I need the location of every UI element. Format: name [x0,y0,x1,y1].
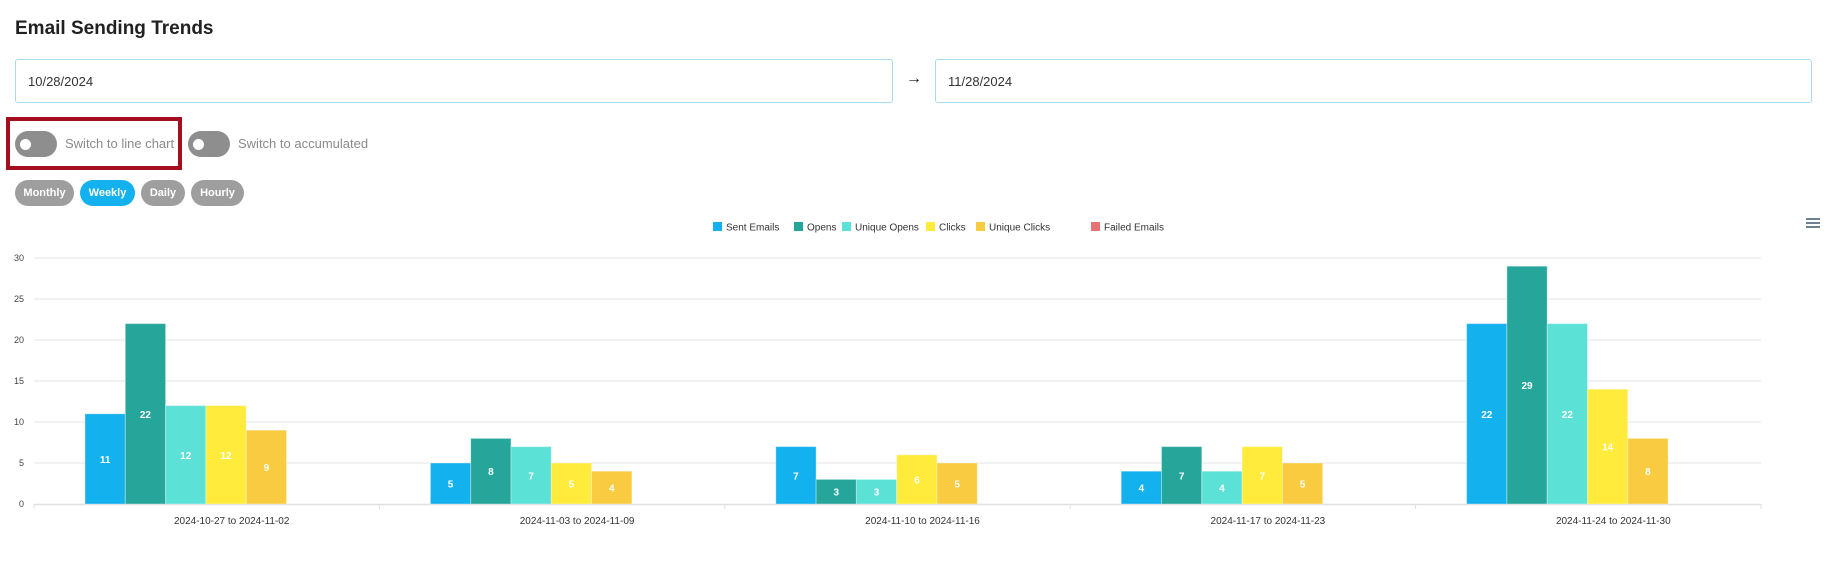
y-tick-label: 0 [19,499,24,509]
legend-label: Sent Emails [726,223,779,234]
legend-swatch [842,222,851,231]
line-chart-toggle[interactable] [15,131,57,157]
x-category-label: 2024-11-10 to 2024-11-16 [865,516,980,527]
period-button-monthly[interactable]: Monthly [15,180,74,206]
bar-data-label: 22 [1481,410,1493,421]
bar-data-label: 4 [609,484,615,495]
period-button-weekly[interactable]: Weekly [80,180,135,206]
end-date-input[interactable] [935,59,1812,103]
bar-data-label: 5 [954,480,960,491]
x-category-label: 2024-11-17 to 2024-11-23 [1211,516,1326,527]
y-tick-label: 15 [14,376,24,386]
y-tick-label: 25 [14,294,24,304]
y-tick-label: 10 [14,417,24,427]
legend-swatch [1091,222,1100,231]
accumulated-toggle[interactable] [188,131,230,157]
legend-swatch [926,222,935,231]
bar-data-label: 8 [488,467,494,478]
bar-data-label: 7 [528,471,534,482]
legend-swatch [713,222,722,231]
legend-label: Failed Emails [1104,223,1164,234]
bar-data-label: 22 [1562,410,1574,421]
legend-swatch [794,222,803,231]
bar-data-label: 22 [140,410,152,421]
bar-data-label: 8 [1645,467,1651,478]
page-title: Email Sending Trends [15,18,214,39]
bar-data-label: 14 [1602,443,1614,454]
x-category-label: 2024-10-27 to 2024-11-02 [174,516,290,527]
accumulated-toggle-label: Switch to accumulated [238,136,369,151]
y-tick-label: 30 [14,253,24,263]
toggle-knob [20,139,31,150]
x-category-label: 2024-11-24 to 2024-11-30 [1556,516,1671,527]
legend-label: Clicks [939,223,966,234]
bar-data-label: 7 [1179,471,1185,482]
bar-data-label: 4 [1219,484,1225,495]
y-tick-label: 5 [19,458,24,468]
start-date-input[interactable] [15,59,893,103]
bar-data-label: 3 [874,488,880,499]
bar-data-label: 7 [1259,471,1265,482]
bar-data-label: 3 [833,488,839,499]
line-chart-toggle-label: Switch to line chart [65,136,175,151]
legend-label: Unique Clicks [989,223,1050,234]
legend-swatch [976,222,985,231]
toggle-knob [193,139,204,150]
arrow-right-icon: → [906,70,922,87]
bar-data-label: 11 [100,455,111,466]
bar-data-label: 9 [264,463,270,474]
bar-data-label: 12 [180,451,192,462]
bar-data-label: 12 [220,451,232,462]
period-button-daily[interactable]: Daily [141,180,185,206]
bar-data-label: 5 [1300,480,1306,491]
bar-data-label: 4 [1139,484,1145,495]
legend-label: Unique Opens [855,223,919,234]
x-category-label: 2024-11-03 to 2024-11-09 [520,516,635,527]
legend-label: Opens [807,223,836,234]
y-tick-label: 20 [14,335,24,345]
bar-data-label: 29 [1521,381,1533,392]
period-button-hourly[interactable]: Hourly [191,180,244,206]
bar-chart: Sent Emails Opens Unique Opens Clicks Unique… [14,222,1762,527]
bar-data-label: 5 [448,480,454,491]
bar-data-label: 6 [914,475,920,486]
bar-data-label: 7 [793,471,799,482]
bar-data-label: 5 [569,480,575,491]
